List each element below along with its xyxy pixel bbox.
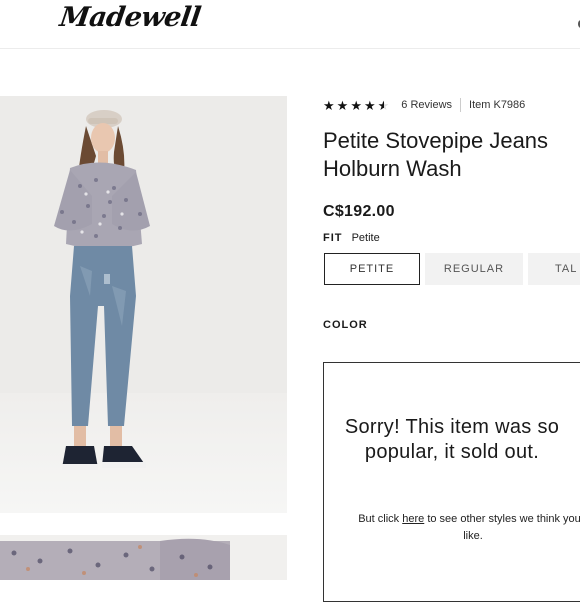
star-rating[interactable]: ★ ★ ★ ★ ★ (323, 99, 389, 112)
star-icon: ★ (350, 97, 362, 113)
fit-row: FIT Petite (323, 232, 380, 244)
fit-selected-value: Petite (351, 232, 380, 244)
sold-out-sub-after: to see other styles we think you'll like… (424, 513, 580, 542)
product-image-main[interactable] (0, 96, 287, 513)
product-title-line2: Holburn Wash (323, 156, 462, 181)
sweater-detail (0, 538, 230, 580)
product-image-detail[interactable] (0, 535, 287, 580)
color-label: COLOR (323, 319, 368, 331)
sold-out-panel: Sorry! This item was so popular, it sold… (323, 362, 580, 602)
rating-row: ★ ★ ★ ★ ★ 6 Reviews Item K7986 (323, 96, 525, 114)
half-star-icon: ★ (377, 97, 390, 113)
madewell-logo[interactable]: Madewell (58, 2, 203, 33)
item-number: Item K7986 (469, 99, 526, 111)
product-title: Petite Stovepipe Jeans Holburn Wash (323, 127, 580, 183)
other-styles-link[interactable]: here (402, 513, 424, 525)
model-figure (54, 110, 150, 470)
divider (460, 98, 462, 112)
fit-option-tall[interactable]: TAL (528, 253, 580, 285)
site-header: Madewell (0, 0, 580, 49)
fit-label: FIT (323, 232, 343, 244)
star-icon: ★ (323, 97, 335, 113)
sold-out-subtext: But click here to see other styles we th… (358, 511, 580, 545)
sold-out-message: Sorry! This item was so popular, it sold… (344, 416, 560, 463)
product-title-line1: Petite Stovepipe Jeans (323, 128, 549, 153)
fit-option-regular[interactable]: REGULAR (425, 253, 523, 285)
reviews-link[interactable]: 6 Reviews (401, 99, 452, 111)
fit-option-petite[interactable]: PETITE (324, 253, 420, 285)
sold-out-sub-before: But click (358, 513, 403, 525)
product-price: C$192.00 (323, 203, 395, 220)
star-icon: ★ (336, 97, 349, 113)
star-icon: ★ (363, 97, 376, 113)
